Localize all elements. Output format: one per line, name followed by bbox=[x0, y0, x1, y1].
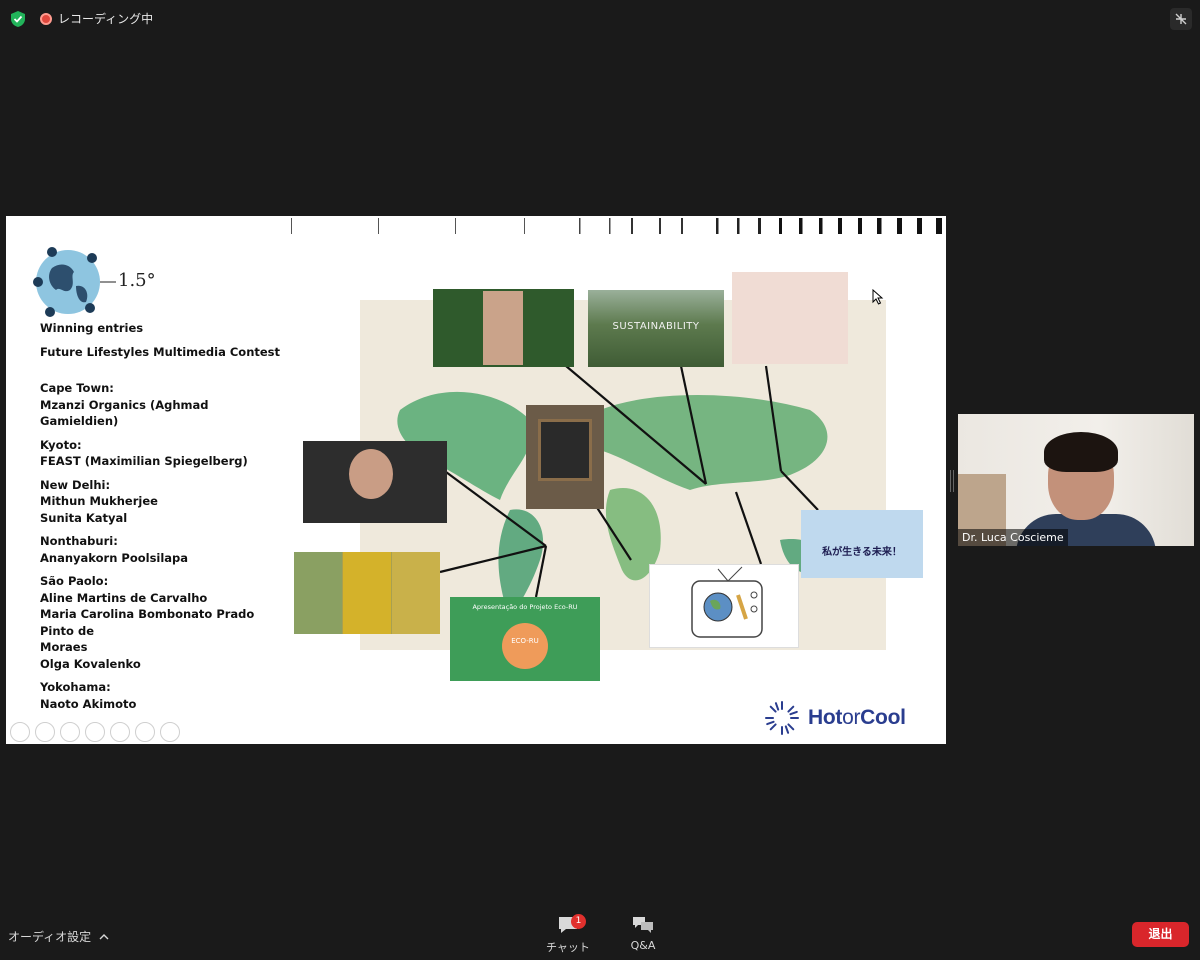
thumb-video-woman bbox=[433, 289, 574, 367]
meeting-top-bar: レコーディング中 bbox=[0, 0, 1200, 38]
meeting-toolbar: オーディオ設定 1 チャット Q&A 退出 bbox=[0, 910, 1200, 960]
slide-pages-icon[interactable] bbox=[85, 722, 105, 742]
thumb-eco-ru: Apresentação do Projeto Eco-RU ECO-RU bbox=[450, 597, 600, 681]
thumb-organics-board bbox=[526, 405, 604, 509]
chat-button[interactable]: 1 チャット bbox=[543, 914, 593, 955]
qa-label: Q&A bbox=[630, 939, 656, 952]
thumb-sustainability: SUSTAINABILITY bbox=[588, 290, 724, 367]
thumb-three-panels bbox=[294, 552, 440, 634]
slide-subtitles-icon[interactable] bbox=[135, 722, 155, 742]
qa-button[interactable]: Q&A bbox=[618, 914, 668, 952]
slide-prev-icon[interactable] bbox=[10, 722, 30, 742]
slide-more-icon[interactable] bbox=[160, 722, 180, 742]
recording-dot-icon bbox=[40, 12, 52, 25]
brand-hot: Hot bbox=[808, 706, 843, 729]
brand-cool: Cool bbox=[860, 706, 906, 729]
slide-controls bbox=[10, 722, 180, 742]
hotorcool-logo: HotorCool bbox=[764, 700, 906, 736]
chat-label: チャット bbox=[546, 941, 590, 954]
participant-name: Dr. Luca Coscieme bbox=[958, 529, 1068, 546]
leave-meeting-button[interactable]: 退出 bbox=[1132, 922, 1189, 947]
thumb-speaker-video bbox=[303, 441, 447, 523]
hotorcool-sun-icon bbox=[765, 701, 799, 735]
chat-unread-badge: 1 bbox=[571, 914, 586, 929]
mouse-cursor-icon bbox=[872, 289, 884, 305]
brand-or: or bbox=[842, 706, 861, 729]
tv-globe-icon bbox=[691, 566, 763, 638]
thumb-eco-ru-badge: ECO-RU bbox=[511, 637, 539, 645]
thumb-eco-ru-title: Apresentação do Projeto Eco-RU bbox=[472, 603, 578, 611]
exit-fullscreen-icon bbox=[1175, 13, 1187, 25]
recording-label: レコーディング中 bbox=[58, 12, 154, 26]
security-shield-icon[interactable] bbox=[10, 10, 26, 28]
thumb-sustainability-label: SUSTAINABILITY bbox=[612, 321, 700, 332]
slide-pen-icon[interactable] bbox=[60, 722, 80, 742]
chevron-up-icon bbox=[99, 933, 109, 939]
panel-splitter-handle[interactable] bbox=[950, 470, 954, 492]
audio-settings-button[interactable]: オーディオ設定 bbox=[8, 928, 109, 945]
thumb-anime-caption: 私が生きる未来！ bbox=[822, 547, 902, 558]
exit-fullscreen-button[interactable] bbox=[1170, 8, 1192, 30]
recording-indicator[interactable]: レコーディング中 bbox=[40, 10, 153, 27]
thumb-tv-drawing bbox=[649, 564, 799, 648]
audio-settings-label: オーディオ設定 bbox=[8, 930, 92, 944]
slide-next-icon[interactable] bbox=[35, 722, 55, 742]
thumb-anime-future: 私が生きる未来！ bbox=[801, 510, 923, 578]
participant-video-tile[interactable]: Dr. Luca Coscieme bbox=[958, 414, 1194, 546]
slide-zoom-icon[interactable] bbox=[110, 722, 130, 742]
shared-screen-slide: 1.5° Winning entries Future Lifestyles M… bbox=[6, 216, 946, 744]
thumb-manga-page bbox=[732, 272, 848, 364]
qa-bubbles-icon bbox=[633, 917, 653, 933]
